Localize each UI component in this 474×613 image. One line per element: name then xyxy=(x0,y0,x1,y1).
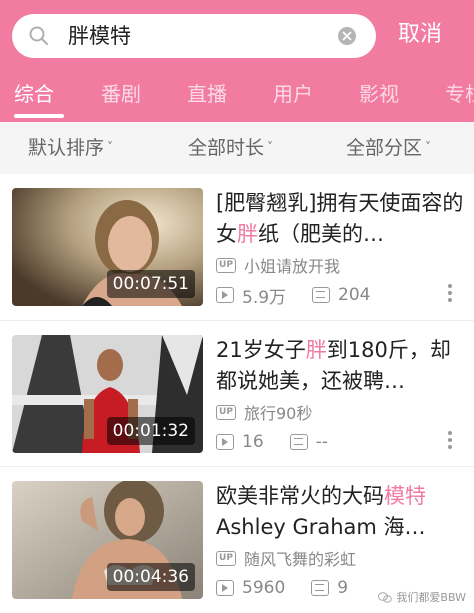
search-query: 胖模特 xyxy=(68,24,131,48)
video-title[interactable]: 21岁女子胖到180斤，却都说她美，还被聘… xyxy=(216,335,466,397)
tab-live[interactable]: 直播 xyxy=(187,80,227,108)
title-text: Ashley Graham 海… xyxy=(216,515,426,539)
title-text: 纸（肥美的… xyxy=(258,222,384,246)
play-count-icon xyxy=(216,287,234,303)
sort-filter-label: 默认排序 xyxy=(28,137,105,159)
video-title[interactable]: [肥臀翘乳]拥有天使面容的女胖纸（肥美的… xyxy=(216,188,466,250)
watermark: 我们都爱BBW xyxy=(378,589,466,605)
app-header: 胖模特 取消 综合 番剧 直播 用户 影视 专栏 xyxy=(0,0,474,122)
danmaku-icon xyxy=(289,434,308,450)
danmaku-icon xyxy=(312,287,331,303)
title-highlight: 胖 xyxy=(305,338,327,362)
watermark-text: 我们都爱BBW xyxy=(396,591,466,604)
video-item[interactable]: 00:01:32 21岁女子胖到180斤，却都说她美，还被聘… UP 旅行90秒… xyxy=(0,320,474,466)
video-duration: 00:01:32 xyxy=(106,417,195,445)
wechat-icon xyxy=(378,591,393,603)
play-count-icon xyxy=(216,580,234,596)
tab-anime[interactable]: 番剧 xyxy=(101,80,141,108)
uploader-name: 小姐请放开我 xyxy=(244,257,341,276)
tab-all[interactable]: 综合 xyxy=(14,80,54,108)
more-icon[interactable] xyxy=(448,431,452,449)
chevron-down-icon: ˅ xyxy=(425,140,432,154)
uploader-row[interactable]: UP 随风飞舞的彩虹 xyxy=(216,547,356,569)
danmaku-count: -- xyxy=(315,432,328,452)
uploader-name: 随风飞舞的彩虹 xyxy=(244,550,357,569)
video-duration: 00:04:36 xyxy=(106,563,195,591)
tab-articles[interactable]: 专栏 xyxy=(445,80,474,108)
stats-row: 5960 9 xyxy=(216,577,374,599)
video-duration: 00:07:51 xyxy=(106,270,195,298)
title-text: 欧美非常火的大码 xyxy=(216,484,384,508)
uploader-row[interactable]: UP 小姐请放开我 xyxy=(216,254,340,276)
chevron-down-icon: ˅ xyxy=(267,140,274,154)
title-highlight: 胖 xyxy=(237,222,258,246)
search-tabs: 综合 番剧 直播 用户 影视 专栏 xyxy=(0,76,474,122)
uploader-name: 旅行90秒 xyxy=(244,404,313,423)
search-input[interactable]: 胖模特 xyxy=(12,14,376,58)
tab-movies[interactable]: 影视 xyxy=(359,80,399,108)
duration-filter[interactable]: 全部时长 ˅ xyxy=(188,134,273,161)
play-count-icon xyxy=(216,434,234,450)
video-list: 00:07:51 [肥臀翘乳]拥有天使面容的女胖纸（肥美的… UP 小姐请放开我… xyxy=(0,174,474,613)
tab-users[interactable]: 用户 xyxy=(273,80,313,108)
stats-row: 16 -- xyxy=(216,431,354,453)
view-count: 5.9万 xyxy=(242,287,287,308)
up-badge-icon: UP xyxy=(216,550,236,566)
sort-filter[interactable]: 默认排序 ˅ xyxy=(28,134,113,161)
tab-indicator xyxy=(14,114,64,118)
view-count: 16 xyxy=(242,432,264,452)
title-text: 21岁女子 xyxy=(216,338,306,362)
clear-icon[interactable] xyxy=(338,27,356,45)
title-highlight: 模特 xyxy=(384,484,426,508)
category-filter[interactable]: 全部分区 ˅ xyxy=(346,134,431,161)
stats-row: 5.9万 204 xyxy=(216,284,397,308)
filter-bar: 默认排序 ˅ 全部时长 ˅ 全部分区 ˅ xyxy=(0,122,474,174)
video-item[interactable]: 00:07:51 [肥臀翘乳]拥有天使面容的女胖纸（肥美的… UP 小姐请放开我… xyxy=(0,174,474,320)
video-thumbnail[interactable]: 00:04:36 xyxy=(12,481,203,599)
up-badge-icon: UP xyxy=(216,257,236,273)
duration-filter-label: 全部时长 xyxy=(188,137,265,159)
up-badge-icon: UP xyxy=(216,404,236,420)
video-thumbnail[interactable]: 00:01:32 xyxy=(12,335,203,453)
uploader-row[interactable]: UP 旅行90秒 xyxy=(216,401,312,423)
view-count: 5960 xyxy=(242,578,286,598)
video-thumbnail[interactable]: 00:07:51 xyxy=(12,188,203,306)
search-icon xyxy=(29,26,48,45)
category-filter-label: 全部分区 xyxy=(346,137,423,159)
danmaku-icon xyxy=(311,580,330,596)
danmaku-count: 204 xyxy=(338,285,371,305)
chevron-down-icon: ˅ xyxy=(107,140,114,154)
video-title[interactable]: 欧美非常火的大码模特 Ashley Graham 海… xyxy=(216,481,466,543)
cancel-button[interactable]: 取消 xyxy=(398,20,442,50)
danmaku-count: 9 xyxy=(337,578,349,598)
more-icon[interactable] xyxy=(448,284,452,302)
